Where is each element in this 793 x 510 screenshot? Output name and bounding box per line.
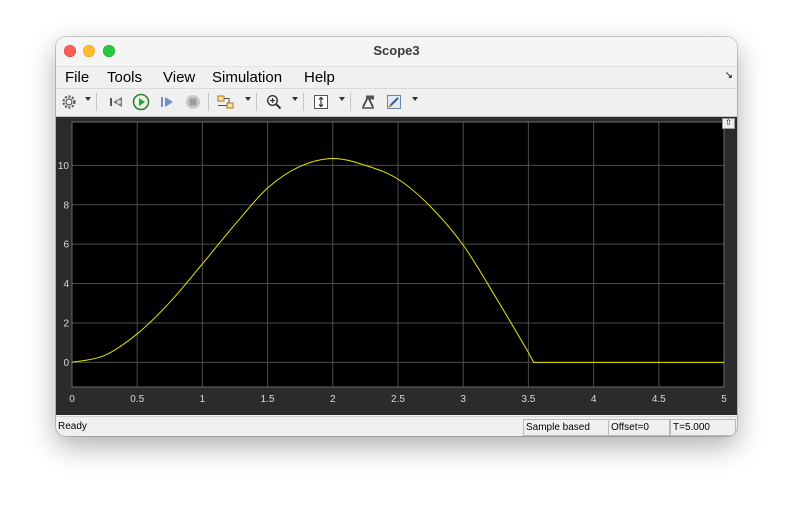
menu-tools[interactable]: Tools [107, 69, 142, 86]
y-tick-label: 2 [63, 318, 69, 329]
toolbar-separator [96, 93, 97, 111]
settings-dropdown-icon[interactable] [85, 97, 91, 101]
menu-bar: File Tools View Simulation Help ↘ [56, 66, 737, 89]
style-dropdown-icon[interactable] [412, 97, 418, 101]
run-icon[interactable] [132, 93, 150, 111]
x-tick-label: 2.5 [391, 394, 405, 405]
autoscale-icon[interactable] [312, 93, 330, 111]
y-tick-label: 8 [63, 200, 69, 211]
y-tick-label: 4 [63, 279, 69, 290]
toolbar [56, 88, 737, 117]
menu-view[interactable]: View [163, 69, 195, 86]
dock-arrow-icon[interactable]: ↘ [725, 70, 733, 81]
title-bar: Scope3 [56, 37, 737, 66]
status-sample-mode: Sample based [523, 419, 609, 436]
x-tick-label: 0.5 [130, 394, 144, 405]
status-ready-text: Ready [58, 421, 87, 432]
step-forward-icon[interactable] [158, 93, 176, 111]
x-tick-label: 2 [330, 394, 336, 405]
scope-window: Scope3 File Tools View Simulation Help ↘ [56, 37, 737, 436]
stop-icon[interactable] [184, 93, 202, 111]
zoom-dropdown-icon[interactable] [292, 97, 298, 101]
signal-routing-icon[interactable] [217, 93, 235, 111]
x-tick-label: 0 [69, 394, 75, 405]
x-tick-label: 5 [721, 394, 727, 405]
status-offset: Offset=0 [608, 419, 670, 436]
window-title: Scope3 [373, 43, 420, 58]
undock-axes-icon[interactable]: ⇧ [722, 118, 735, 129]
zoom-in-icon[interactable] [265, 93, 283, 111]
style-icon[interactable] [385, 93, 403, 111]
autoscale-dropdown-icon[interactable] [339, 97, 345, 101]
menu-file[interactable]: File [65, 69, 89, 86]
status-time: T=5.000 [670, 419, 736, 436]
scope-plot-panel: 0 0.5 1 1.5 2 2.5 3 3.5 4 4.5 5 0 2 4 6 8 10 ⇧ [56, 117, 737, 415]
toolbar-separator [303, 93, 304, 111]
scope-axes[interactable]: 0 0.5 1 1.5 2 2.5 3 3.5 4 4.5 5 0 2 4 6 8 10 [56, 117, 737, 415]
x-tick-label: 4 [591, 394, 597, 405]
x-tick-label: 1 [200, 394, 206, 405]
x-tick-label: 4.5 [652, 394, 666, 405]
toolbar-separator [208, 93, 209, 111]
status-bar: Ready Sample based Offset=0 T=5.000 [56, 416, 737, 436]
y-tick-label: 6 [63, 240, 69, 251]
toolbar-separator [256, 93, 257, 111]
highlight-block-icon[interactable] [359, 93, 377, 111]
x-tick-label: 1.5 [261, 394, 275, 405]
step-back-icon[interactable] [107, 93, 125, 111]
menu-help[interactable]: Help [304, 69, 335, 86]
y-tick-label: 0 [63, 358, 69, 369]
x-tick-label: 3 [460, 394, 466, 405]
settings-gear-icon[interactable] [60, 93, 78, 111]
routing-dropdown-icon[interactable] [245, 97, 251, 101]
y-tick-label: 10 [58, 161, 70, 172]
x-tick-label: 3.5 [521, 394, 535, 405]
menu-simulation[interactable]: Simulation [212, 69, 282, 86]
toolbar-separator [350, 93, 351, 111]
